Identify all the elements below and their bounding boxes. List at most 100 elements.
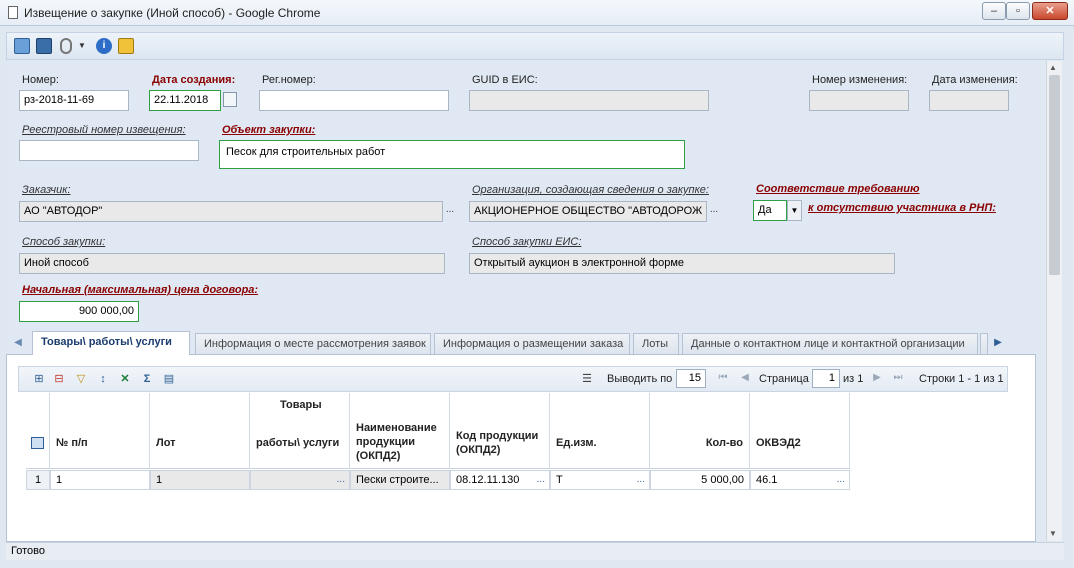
method-field: Иной способ	[19, 253, 445, 274]
chevron-down-icon[interactable]: ▼	[78, 41, 86, 50]
grid-header-code[interactable]: Код продукции (ОКПД2)	[450, 393, 550, 469]
price-label[interactable]: Начальная (максимальная) цена договора:	[22, 284, 258, 296]
scroll-up-icon[interactable]: ▲	[1049, 63, 1057, 72]
close-button[interactable]: ✕	[1032, 2, 1068, 20]
page-count: из 1	[843, 373, 864, 385]
registry-number-label[interactable]: Реестровый номер извещения:	[22, 124, 186, 136]
sort-icon[interactable]: ↕	[96, 372, 110, 386]
object-label[interactable]: Объект закупки:	[222, 124, 315, 136]
created-date-field[interactable]: 22.11.2018	[149, 90, 221, 111]
last-page-icon[interactable]: ⏭	[893, 372, 903, 383]
calendar-icon[interactable]	[223, 92, 237, 107]
tab-scroll-right-icon[interactable]: ▶	[990, 334, 1006, 352]
customer-select-button[interactable]: ...	[443, 201, 457, 222]
org-label[interactable]: Организация, создающая сведения о закупк…	[472, 184, 709, 196]
filter-icon[interactable]: ▽	[74, 372, 88, 386]
grid-header-name[interactable]: Наименование продукции (ОКПД2)	[350, 393, 450, 469]
cell-lot[interactable]: 1	[150, 470, 250, 490]
save-icon[interactable]	[36, 38, 52, 54]
tab-lots[interactable]: Лоты	[633, 333, 679, 354]
tab-scroll-left-icon[interactable]: ◀	[10, 334, 26, 352]
info-icon[interactable]: i	[96, 38, 112, 54]
add-row-icon[interactable]: ⊞	[32, 372, 46, 386]
change-number-label: Номер изменения:	[812, 74, 908, 86]
cell-num[interactable]: 1	[50, 470, 150, 490]
columns-icon[interactable]: ▤	[162, 372, 176, 386]
cell-goods-select[interactable]: ...	[337, 474, 345, 485]
cell-unit-value: Т	[556, 474, 563, 486]
delete-row-icon[interactable]: ⊟	[52, 372, 66, 386]
guid-field	[469, 90, 709, 111]
scroll-down-icon[interactable]: ▼	[1049, 529, 1057, 538]
org-field: АКЦИОНЕРНОЕ ОБЩЕСТВО "АВТОДОРОЖ	[469, 201, 707, 222]
status-bar: Готово	[6, 542, 1064, 560]
cell-goods[interactable]: ...	[250, 470, 350, 490]
cell-code[interactable]: 08.12.11.130 ...	[450, 470, 550, 490]
rows-count: Строки 1 - 1 из 1	[919, 373, 1004, 385]
archive-icon[interactable]	[118, 38, 134, 54]
window-title: Извещение о закупке (Иной способ) - Goog…	[24, 6, 321, 20]
cell-okved-select[interactable]: ...	[837, 474, 845, 485]
row-index: 1	[26, 470, 50, 490]
page-settings-icon[interactable]: ☰	[580, 372, 594, 386]
regnum-label: Рег.номер:	[262, 74, 316, 86]
page-icon	[8, 6, 18, 19]
guid-label: GUID в ЕИС:	[472, 74, 538, 86]
change-date-label: Дата изменения:	[932, 74, 1018, 86]
cell-unit-select[interactable]: ...	[637, 474, 645, 485]
tab-goods[interactable]: Товары\ работы\ услуги	[32, 331, 190, 355]
tab-review-place[interactable]: Информация о месте рассмотрения заявок	[195, 333, 431, 354]
number-label: Номер:	[22, 74, 59, 86]
restore-button[interactable]: ▫	[1006, 2, 1030, 20]
org-select-button[interactable]: ...	[707, 201, 721, 222]
method-label[interactable]: Способ закупки:	[22, 236, 105, 248]
method-eis-label[interactable]: Способ закупки ЕИС:	[472, 236, 581, 248]
tab-overflow[interactable]	[980, 333, 988, 354]
toolbar	[6, 32, 1064, 60]
scrollbar-thumb[interactable]	[1049, 75, 1060, 275]
rnp-label-line1[interactable]: Соответствие требованию	[756, 183, 920, 195]
created-label: Дата создания:	[152, 74, 236, 86]
number-field[interactable]: рз-2018-11-69	[19, 90, 129, 111]
prev-page-icon[interactable]: ◀	[740, 372, 750, 383]
next-page-icon[interactable]: ▶	[872, 372, 882, 383]
tab-contact[interactable]: Данные о контактном лице и контактной ор…	[682, 333, 978, 354]
grid-header-num[interactable]: № п/п	[50, 393, 150, 469]
rnp-select[interactable]: Да	[753, 200, 787, 221]
grid-header-okved[interactable]: ОКВЭД2	[750, 393, 850, 469]
change-date-field	[929, 90, 1009, 111]
grid-header-index	[26, 393, 50, 469]
page-number-input[interactable]: 1	[812, 369, 840, 388]
chevron-down-icon[interactable]: ▼	[787, 200, 802, 221]
cell-name[interactable]: Пески строите...	[350, 470, 450, 490]
method-eis-field: Открытый аукцион в электронной форме	[469, 253, 895, 274]
sum-icon[interactable]: Σ	[140, 372, 154, 386]
first-page-icon[interactable]: ⏮	[718, 372, 728, 383]
object-field[interactable]: Песок для строительных работ	[219, 140, 685, 169]
minimize-button[interactable]: ‒	[982, 2, 1006, 20]
export-icon[interactable]	[14, 38, 30, 54]
cell-code-select[interactable]: ...	[537, 474, 545, 485]
rnp-label-line2[interactable]: к отсутствию участника в РНП:	[808, 202, 996, 214]
grid-header-unit[interactable]: Ед.изм.	[550, 393, 650, 469]
window-titlebar: Извещение о закупке (Иной способ) - Goog…	[0, 0, 1074, 26]
grid-settings-icon[interactable]	[31, 437, 44, 449]
grid-header-lot[interactable]: Лот	[150, 393, 250, 469]
cell-unit[interactable]: Т ...	[550, 470, 650, 490]
grid-header-goods[interactable]: Товары работы\ услуги	[250, 393, 350, 469]
cell-okved-value: 46.1	[756, 474, 778, 486]
tab-placement-info[interactable]: Информация о размещении заказа	[434, 333, 630, 354]
attach-icon[interactable]	[60, 38, 72, 54]
regnum-field[interactable]	[259, 90, 449, 111]
cell-qty[interactable]: 5 000,00	[650, 470, 750, 490]
cell-code-value: 08.12.11.130	[456, 474, 520, 486]
page-size-input[interactable]: 15	[676, 369, 706, 388]
change-number-field	[809, 90, 909, 111]
cell-okved[interactable]: 46.1 ...	[750, 470, 850, 490]
price-field[interactable]: 900 000,00	[19, 301, 139, 322]
registry-number-field[interactable]	[19, 140, 199, 161]
grid-header-goods-bottom: работы\ услуги	[256, 437, 340, 449]
customer-label[interactable]: Заказчик:	[22, 184, 71, 196]
excel-icon[interactable]: ✕	[118, 372, 132, 386]
grid-header-qty[interactable]: Кол-во	[650, 393, 750, 469]
